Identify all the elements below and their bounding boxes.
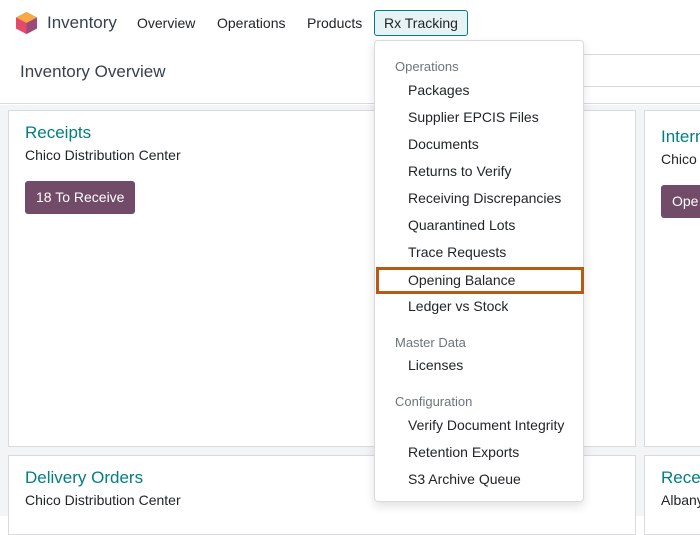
card-title-receipts-albany[interactable]: Rece <box>661 468 700 488</box>
card-title-delivery-orders[interactable]: Delivery Orders <box>25 468 143 488</box>
dashboard: Receipts Chico Distribution Center 18 To… <box>0 105 700 535</box>
menu-item-packages[interactable]: Packages <box>376 77 584 104</box>
card-internal: Intern Chico Ope <box>644 110 700 447</box>
control-panel: Inventory Overview <box>0 46 700 104</box>
menu-item-receiving-discrepancies[interactable]: Receiving Discrepancies <box>376 185 584 212</box>
menu-item-licenses[interactable]: Licenses <box>376 352 584 379</box>
app-name[interactable]: Inventory <box>47 13 117 33</box>
inventory-app-icon[interactable] <box>16 12 37 34</box>
menu-item-trace-requests[interactable]: Trace Requests <box>376 239 584 266</box>
open-button[interactable]: Ope <box>661 185 700 218</box>
to-receive-button[interactable]: 18 To Receive <box>25 181 136 214</box>
menu-item-ledger-vs-stock[interactable]: Ledger vs Stock <box>376 293 584 320</box>
menu-item-s3-archive-queue[interactable]: S3 Archive Queue <box>376 466 584 493</box>
nav-operations[interactable]: Operations <box>208 10 294 36</box>
card-subtitle-warehouse: Chico <box>661 151 697 167</box>
rx-tracking-dropdown-menu: Operations Packages Supplier EPCIS Files… <box>374 40 584 502</box>
top-navbar: Inventory Overview Operations Products R… <box>0 0 700 46</box>
nav-overview[interactable]: Overview <box>128 10 204 36</box>
card-subtitle-warehouse: Chico Distribution Center <box>25 147 181 163</box>
card-subtitle-warehouse: Albany <box>661 492 700 508</box>
menu-item-returns-to-verify[interactable]: Returns to Verify <box>376 158 584 185</box>
menu-section-operations: Operations <box>395 59 459 74</box>
card-title-internal[interactable]: Intern <box>661 127 700 147</box>
nav-rx-tracking[interactable]: Rx Tracking <box>374 10 468 36</box>
menu-item-verify-document-integrity[interactable]: Verify Document Integrity <box>376 412 584 439</box>
menu-item-documents[interactable]: Documents <box>376 131 584 158</box>
menu-item-opening-balance[interactable]: Opening Balance <box>376 267 584 294</box>
menu-item-quarantined-lots[interactable]: Quarantined Lots <box>376 212 584 239</box>
menu-item-supplier-epcis-files[interactable]: Supplier EPCIS Files <box>376 104 584 131</box>
card-title-receipts[interactable]: Receipts <box>25 123 91 143</box>
card-subtitle-warehouse: Chico Distribution Center <box>25 492 181 508</box>
page-title: Inventory Overview <box>20 62 166 81</box>
menu-section-configuration: Configuration <box>395 394 473 409</box>
card-receipts-albany: Rece Albany <box>644 455 700 535</box>
menu-item-retention-exports[interactable]: Retention Exports <box>376 439 584 466</box>
menu-section-master-data: Master Data <box>395 335 466 350</box>
nav-products[interactable]: Products <box>298 10 371 36</box>
